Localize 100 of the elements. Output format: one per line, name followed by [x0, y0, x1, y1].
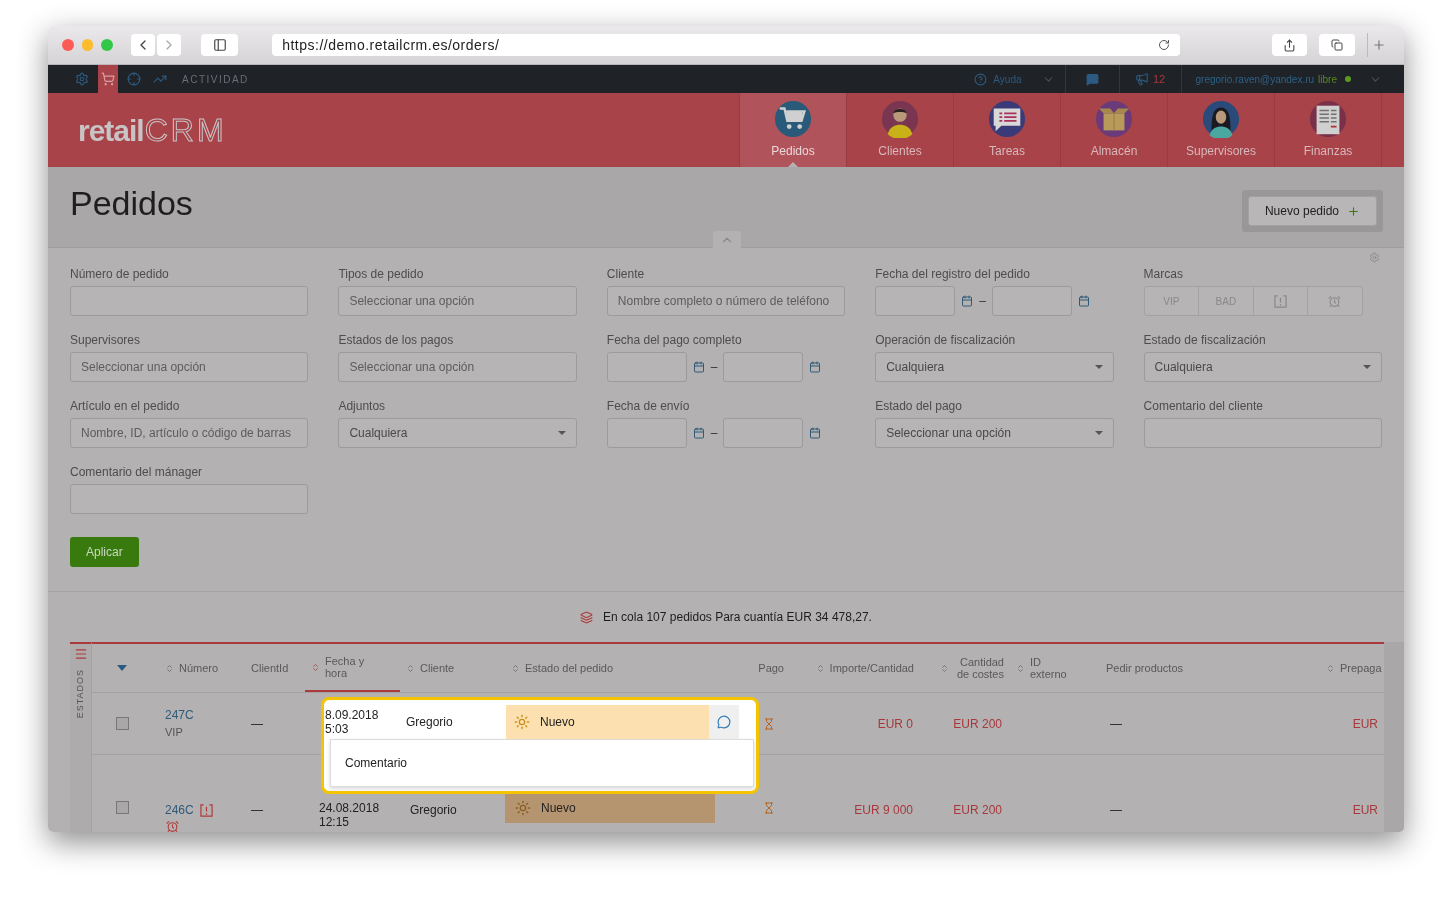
dropdown[interactable]: Cualquiera [875, 352, 1114, 382]
menu-icon[interactable] [73, 647, 88, 661]
date-field[interactable] [606, 418, 687, 448]
sort-icon[interactable] [815, 663, 825, 673]
crosshair-icon [127, 72, 141, 86]
text-field[interactable] [70, 286, 309, 316]
column-header[interactable]: ClientId [251, 662, 289, 674]
client-id-cell-text: — [250, 802, 264, 819]
user-email[interactable]: gregorio.raven@yandex.ru [1195, 71, 1315, 87]
row-checkbox[interactable] [115, 801, 129, 814]
tabs-button[interactable] [1319, 34, 1355, 56]
zoom-window-button[interactable] [101, 39, 114, 51]
column-header[interactable]: Cantidad de costes [954, 656, 1004, 680]
close-window-button[interactable] [62, 39, 74, 51]
plus-icon [1347, 204, 1360, 218]
filter-label: Estado de fiscalización [1143, 332, 1267, 348]
date-field[interactable] [991, 286, 1072, 316]
column-header[interactable]: Estado del pedido [525, 662, 614, 674]
filter-label: Fecha del registro del pedido [875, 266, 1031, 282]
nav-tab[interactable]: Finanzas [1275, 93, 1382, 167]
text-field[interactable]: Nombre, ID, artículo o código de barras [70, 418, 309, 448]
chat-icon[interactable] [1085, 72, 1099, 86]
reload-icon[interactable] [1158, 39, 1171, 51]
row-checkbox[interactable] [115, 717, 129, 730]
tag-toggle[interactable] [1252, 286, 1309, 316]
notification-count: 12 [1152, 71, 1166, 87]
order-number-link[interactable]: 247C [165, 706, 194, 725]
calendar-icon[interactable] [809, 361, 822, 373]
status-cell: Nuevo [506, 705, 709, 739]
toolbar-button[interactable] [98, 65, 118, 93]
states-label[interactable]: ESTADOS [73, 669, 88, 719]
dropdown[interactable]: Cualquiera [338, 418, 577, 448]
sort-icon[interactable] [511, 663, 520, 673]
user-status: libre [1318, 72, 1337, 87]
plus-icon [1371, 38, 1386, 52]
nav-tab[interactable]: Tareas [954, 93, 1061, 167]
caret-icon [1094, 365, 1103, 369]
forward-button[interactable] [157, 34, 182, 56]
share-button[interactable] [1272, 34, 1308, 56]
nav-tab[interactable]: Supervisores [1168, 93, 1275, 167]
date-cell-text: 8.09.2018 5:03 [324, 707, 380, 738]
sort-icon[interactable] [940, 663, 949, 673]
sidebar-button[interactable] [201, 34, 239, 56]
date-field[interactable] [723, 352, 804, 382]
person-icon [1202, 100, 1240, 138]
help-link[interactable]: Ayuda [993, 71, 1022, 87]
date-field[interactable] [875, 286, 956, 316]
minimize-window-button[interactable] [81, 39, 94, 51]
new-order-button[interactable]: Nuevo pedido [1247, 196, 1377, 226]
settings-icon[interactable] [1369, 252, 1380, 263]
comment-button[interactable] [709, 705, 739, 739]
column-header[interactable]: Prepaga [1340, 662, 1382, 674]
back-button[interactable] [131, 34, 156, 56]
filter-label: Estados de los pagos [338, 332, 455, 348]
text-field[interactable]: Nombre completo o número de teléfono [606, 286, 846, 316]
dropdown[interactable]: Seleccionar una opción [875, 418, 1114, 448]
date-field[interactable] [723, 418, 804, 448]
range-dash: – [979, 293, 986, 310]
collapse-tab[interactable] [713, 231, 741, 248]
column-header[interactable]: ID externo [1030, 656, 1075, 680]
apply-button[interactable]: Aplicar [70, 537, 139, 567]
column-header[interactable]: Pedir productos [1106, 662, 1184, 674]
text-field[interactable] [1143, 418, 1382, 448]
sort-icon[interactable] [311, 662, 320, 672]
filter-label: Marcas [1143, 266, 1184, 282]
nav-tab[interactable]: Pedidos [740, 93, 847, 167]
megaphone-icon[interactable] [1134, 72, 1149, 86]
text-field[interactable] [70, 484, 309, 514]
column-header[interactable]: Pago [758, 662, 784, 674]
filter-label: Supervisores [70, 332, 142, 348]
column-header[interactable]: Número [179, 662, 219, 674]
calendar-icon[interactable] [1077, 295, 1090, 307]
address-bar[interactable]: https://demo.retailcrm.es/orders/ [272, 34, 1181, 56]
column-header[interactable]: Cliente [420, 662, 455, 674]
sort-icon[interactable] [1016, 663, 1025, 673]
filter-label: Número de pedido [70, 266, 170, 282]
calendar-icon[interactable] [692, 361, 705, 373]
date-field[interactable] [606, 352, 687, 382]
text-field[interactable]: Seleccionar una opción [338, 352, 577, 382]
prepaid-cell-text: EUR [1351, 715, 1379, 733]
filter-label: Cliente [606, 266, 646, 282]
caret-icon[interactable] [117, 665, 127, 671]
document-icon [1309, 100, 1347, 138]
column-header[interactable]: Importe/Cantidad [829, 662, 914, 674]
calendar-icon[interactable] [961, 295, 974, 307]
sort-icon[interactable] [1326, 663, 1335, 673]
tag-toggle[interactable] [1307, 286, 1363, 316]
dropdown[interactable]: Cualquiera [1143, 352, 1382, 382]
nav-tab[interactable]: Almacén [1061, 93, 1168, 167]
order-number-link[interactable]: 246C [165, 801, 194, 819]
column-header[interactable]: Fecha y hora [325, 655, 370, 679]
calendar-icon[interactable] [692, 427, 705, 439]
sort-icon[interactable] [406, 663, 415, 673]
filter-label: Artículo en el pedido [70, 398, 181, 414]
sort-icon[interactable] [165, 663, 174, 673]
text-field[interactable]: Seleccionar una opción [70, 352, 309, 382]
nav-tab[interactable]: Clientes [847, 93, 954, 167]
logo: retailCRM [78, 111, 227, 150]
calendar-icon[interactable] [809, 427, 822, 439]
text-field[interactable]: Seleccionar una opción [338, 286, 577, 316]
